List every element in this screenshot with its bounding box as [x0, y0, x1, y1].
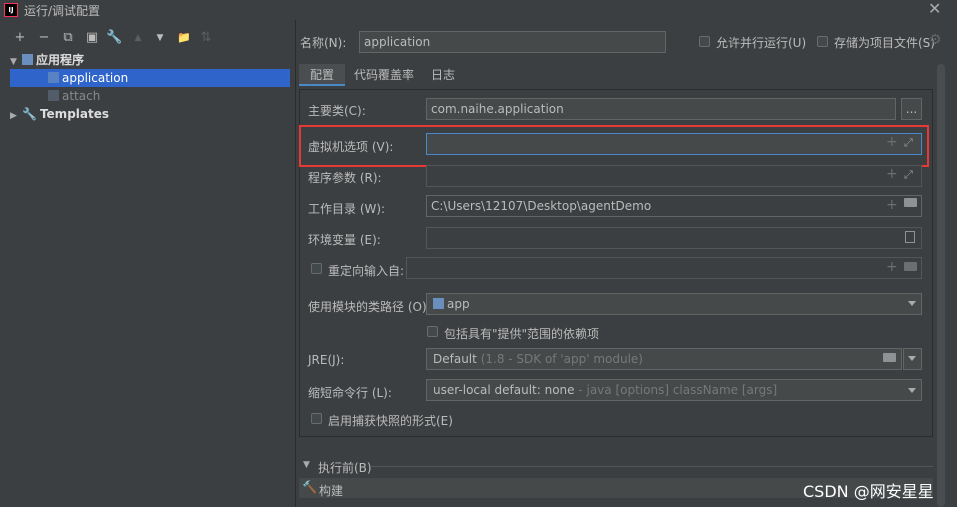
watermark: CSDN @网安星星 [803, 482, 934, 501]
env-vars-input[interactable] [426, 227, 922, 249]
redirect-label: 重定向输入自: [328, 264, 405, 278]
tree-item-application[interactable]: application [10, 69, 290, 87]
env-vars-label: 环境变量 (E): [308, 233, 381, 247]
name-input[interactable]: application [359, 31, 666, 53]
allow-parallel-checkbox[interactable] [699, 36, 710, 47]
before-launch-label[interactable]: 执行前(B) [318, 459, 372, 476]
jre-label: JRE(J): [308, 353, 345, 367]
splitter[interactable] [295, 20, 296, 507]
tree-group-label: 应用程序 [36, 53, 85, 67]
main-class-label: 主要类(C): [308, 104, 366, 118]
snapshot-label: 启用捕获快照的形式(E) [328, 414, 453, 428]
plus-icon[interactable]: + [886, 197, 898, 213]
shorten-hint: - java [options] className [args] [574, 383, 778, 397]
wrench-icon: 🔧 [22, 107, 37, 121]
working-dir-label: 工作目录 (W): [308, 202, 386, 216]
tree-item-label: attach [62, 89, 101, 103]
plus-icon[interactable]: + [886, 259, 898, 275]
folder-icon[interactable] [904, 262, 917, 271]
module-select[interactable]: app [426, 293, 922, 315]
sort-icon[interactable]: ⇅ [198, 30, 214, 46]
expand-icon[interactable]: ⤢ [904, 168, 913, 182]
add-icon[interactable]: + [12, 30, 28, 46]
module-folder-icon [433, 298, 444, 309]
tab-configuration[interactable]: 配置 [299, 64, 345, 86]
build-item[interactable]: 构建 [319, 482, 343, 499]
gear-icon[interactable]: ⚙ [929, 32, 942, 48]
store-project-label: 存储为项目文件(S) [834, 36, 935, 50]
folder-icon[interactable] [904, 198, 917, 207]
shorten-select[interactable]: user-local default: none - java [options… [426, 379, 922, 401]
tree-item-attach[interactable]: attach [10, 87, 290, 105]
tree-templates[interactable]: ▶ 🔧 Templates [10, 105, 290, 123]
tab-coverage[interactable]: 代码覆盖率 [348, 64, 420, 86]
window-title: 运行/调试配置 [24, 4, 101, 18]
application-folder-icon [22, 54, 33, 65]
dropdown-arrow-icon[interactable] [908, 388, 916, 393]
intellij-logo-icon: IJ [4, 3, 18, 17]
program-args-label: 程序参数 (R): [308, 171, 382, 185]
tree-group-application[interactable]: ▼ 应用程序 [10, 51, 290, 69]
wrench-icon[interactable]: 🔧 [106, 30, 122, 46]
working-dir-input[interactable]: C:\Users\12107\Desktop\agentDemo [426, 195, 922, 217]
store-project-checkbox[interactable] [817, 36, 828, 47]
include-provided-label: 包括具有"提供"范围的依赖项 [444, 327, 600, 341]
jre-default: Default [433, 352, 477, 366]
tab-logs[interactable]: 日志 [424, 64, 462, 86]
shorten-label: 缩短命令行 (L): [308, 386, 392, 400]
program-args-input[interactable] [426, 165, 922, 187]
folder-icon[interactable]: 📁 [176, 30, 192, 46]
config-icon [48, 72, 59, 83]
highlight-box [299, 125, 929, 167]
include-provided-checkbox[interactable] [427, 326, 438, 337]
remove-icon[interactable]: − [36, 30, 52, 46]
redirect-checkbox[interactable] [311, 263, 322, 274]
allow-parallel-label: 允许并行运行(U) [716, 36, 807, 50]
dropdown-arrow-icon[interactable] [908, 301, 916, 306]
jre-hint: (1.8 - SDK of 'app' module) [480, 352, 643, 366]
folder-icon[interactable] [883, 353, 896, 362]
document-icon[interactable] [905, 231, 915, 243]
redirect-input[interactable] [406, 257, 922, 279]
name-label: 名称(N): [300, 36, 347, 50]
chevron-right-icon: ▶ [10, 111, 17, 121]
browse-button[interactable]: ... [901, 98, 922, 120]
separator [370, 466, 933, 467]
plus-icon[interactable]: + [886, 166, 898, 182]
shorten-value: user-local default: none [433, 383, 575, 397]
title-bar [0, 0, 957, 20]
main-class-input[interactable]: com.naihe.application [426, 98, 896, 120]
save-icon[interactable]: ▣ [84, 30, 100, 46]
module-label: 使用模块的类路径 (O): [308, 300, 431, 314]
config-icon [48, 90, 59, 101]
tree-item-label: application [62, 71, 129, 85]
hammer-icon: 🔨 [302, 480, 317, 494]
snapshot-checkbox[interactable] [311, 413, 322, 424]
chevron-down-icon[interactable]: ▼ [303, 460, 310, 470]
move-up-icon[interactable]: ▲ [130, 30, 146, 46]
templates-label: Templates [39, 107, 110, 121]
scrollbar[interactable] [937, 64, 945, 507]
module-value: app [447, 297, 470, 311]
jre-select[interactable]: Default (1.8 - SDK of 'app' module) [426, 348, 902, 370]
copy-icon[interactable]: ⧉ [60, 30, 76, 46]
dropdown-arrow-icon[interactable] [908, 356, 916, 361]
close-icon[interactable]: ✕ [928, 0, 941, 18]
move-down-icon[interactable]: ▼ [152, 30, 168, 46]
